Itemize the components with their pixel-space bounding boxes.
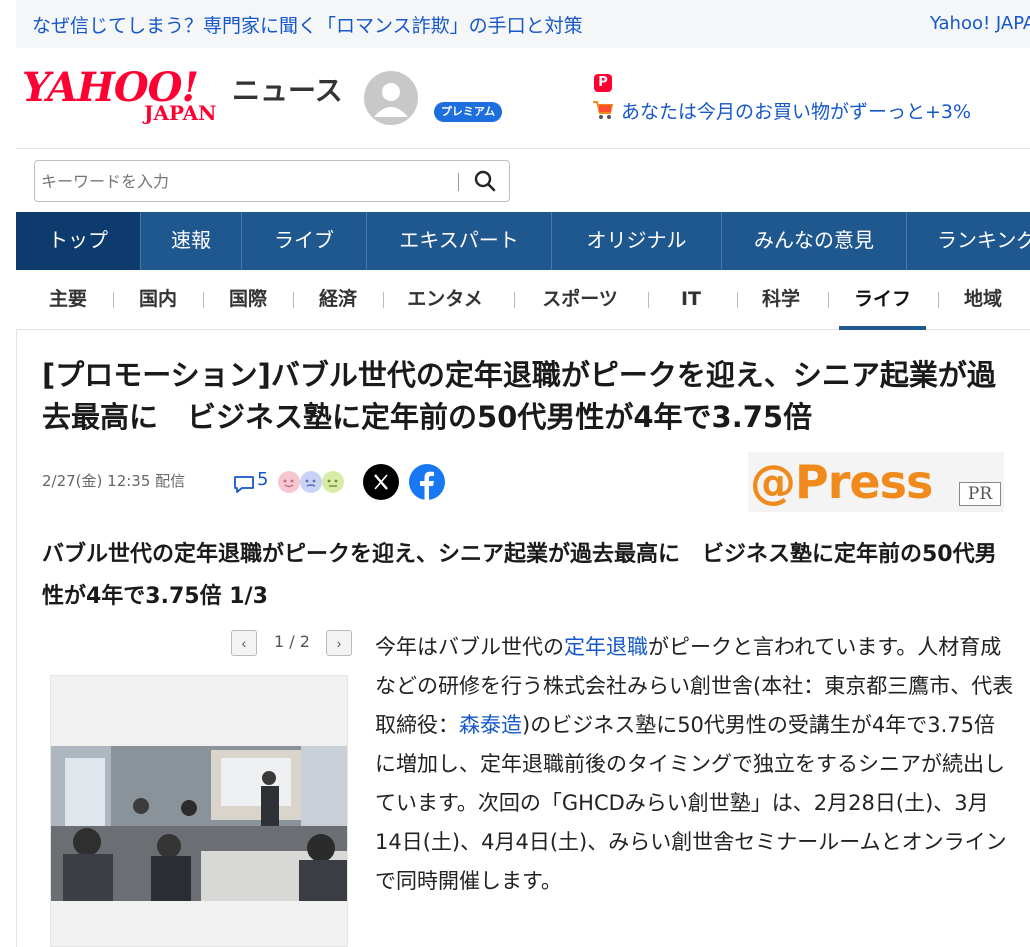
category-divider (293, 292, 294, 308)
pr-label: PR (959, 482, 1001, 506)
nav-opinions[interactable]: みんなの意見 (722, 212, 907, 270)
nav-live[interactable]: ライブ (242, 212, 367, 270)
shopping-promo-link[interactable]: あなたは今月のお買い物がずーっと+3% (621, 97, 971, 124)
promo-link[interactable]: なぜ信じてしまう？専門家に聞く「ロマンス詐欺」の手口と対策 (32, 11, 583, 38)
body-text-1: 今年はバブル世代の (375, 635, 564, 659)
main-nav: トップ 速報 ライブ エキスパート オリジナル みんなの意見 ランキング (16, 212, 1030, 270)
keyword-link-retirement[interactable]: 定年退職 (564, 635, 648, 659)
category-divider (203, 292, 204, 308)
top-banner: なぜ信じてしまう？専門家に聞く「ロマンス詐欺」の手口と対策 Yahoo! JAP… (16, 0, 1030, 48)
article: [プロモーション]バブル世代の定年退職がピークを迎え、シニア起業が過去最高に ビ… (16, 330, 1030, 947)
category-life[interactable]: ライフ (839, 284, 926, 330)
logo-japan-text: JAPAN (144, 101, 217, 125)
reaction-faces-icon[interactable] (277, 470, 347, 494)
next-image-button[interactable]: › (326, 630, 352, 656)
category-divider (383, 292, 384, 308)
image-pager: ‹ 1 / 2 › (231, 630, 353, 658)
seminar-photo-image (51, 676, 347, 946)
search-icon (474, 170, 496, 191)
category-divider (737, 292, 738, 308)
nav-top[interactable]: トップ (16, 212, 141, 270)
logo-news-text: ニュース (232, 74, 343, 107)
yahoo-japan-link[interactable]: Yahoo! JAPAN (930, 13, 1030, 34)
article-meta: 2/27(金) 12:35 配信 (42, 470, 185, 491)
site-header: YAHOO! JAPAN ニュース プレミアム P あなたは今月のお買い物がずー… (16, 48, 1030, 148)
source-logo[interactable]: @Press PR (748, 452, 1004, 512)
nav-ranking[interactable]: ランキング (907, 212, 1030, 270)
publish-date: 2/27(金) 12:35 (42, 472, 151, 490)
category-regional[interactable]: 地域 (950, 284, 1016, 330)
yahoo-news-logo[interactable]: YAHOO! JAPAN ニュース (22, 68, 343, 125)
nav-original[interactable]: オリジナル (552, 212, 722, 270)
image-current: 1 (274, 632, 285, 651)
image-counter: 1 / 2 (263, 632, 321, 651)
body-text-3: )のビジネス塾に50代男性の受講生が4年で3.75倍に増加し、定年退職前後のタイ… (375, 713, 1007, 893)
nav-expert[interactable]: エキスパート (367, 212, 552, 270)
category-divider (648, 292, 649, 308)
article-photo[interactable] (50, 675, 348, 947)
article-subheadline: バブル世代の定年退職がピークを迎え、シニア起業が過去最高に ビジネス塾に定年前の… (42, 542, 997, 609)
category-main[interactable]: 主要 (34, 284, 102, 330)
user-avatar-icon[interactable] (364, 71, 418, 125)
share-x-button[interactable] (363, 464, 399, 500)
keyword-link-person[interactable]: 森泰造 (459, 713, 522, 737)
source-brand: @Press (750, 455, 933, 509)
search-input[interactable] (41, 165, 451, 197)
category-economy[interactable]: 経済 (304, 284, 372, 330)
shopping-cart-icon (593, 101, 614, 119)
search-box (34, 160, 510, 202)
comment-icon[interactable] (233, 474, 255, 494)
category-divider (113, 292, 114, 308)
search-button[interactable] (469, 167, 501, 197)
category-divider (828, 292, 829, 308)
article-headline: [プロモーション]バブル世代の定年退職がピークを迎え、シニア起業が過去最高に ビ… (42, 358, 996, 434)
image-separator: / (284, 632, 300, 651)
share-facebook-button[interactable] (409, 464, 445, 500)
search-area (16, 148, 1030, 212)
prev-image-button[interactable]: ‹ (231, 630, 257, 656)
premium-badge[interactable]: プレミアム (434, 102, 502, 122)
facebook-logo-icon (420, 471, 434, 500)
article-body: 今年はバブル世代の定年退職がピークと言われています。人材育成などの研修を行う株式… (375, 628, 1015, 901)
category-international[interactable]: 国際 (214, 284, 282, 330)
category-divider (938, 292, 939, 308)
search-divider (458, 173, 459, 191)
category-entertainment[interactable]: エンタメ (396, 284, 494, 330)
category-nav: 主要 国内 国際 経済 エンタメ スポーツ IT 科学 ライフ 地域 (16, 270, 1030, 330)
category-domestic[interactable]: 国内 (124, 284, 192, 330)
category-sports[interactable]: スポーツ (530, 284, 630, 330)
image-total: 2 (299, 632, 310, 651)
category-it[interactable]: IT (656, 284, 726, 330)
x-logo-icon (374, 474, 388, 490)
category-divider (514, 292, 515, 308)
category-science[interactable]: 科学 (746, 284, 816, 330)
comment-count[interactable]: 5 (257, 469, 268, 490)
paypay-icon: P (594, 74, 612, 92)
nav-breaking[interactable]: 速報 (141, 212, 242, 270)
publish-label: 配信 (155, 472, 186, 490)
